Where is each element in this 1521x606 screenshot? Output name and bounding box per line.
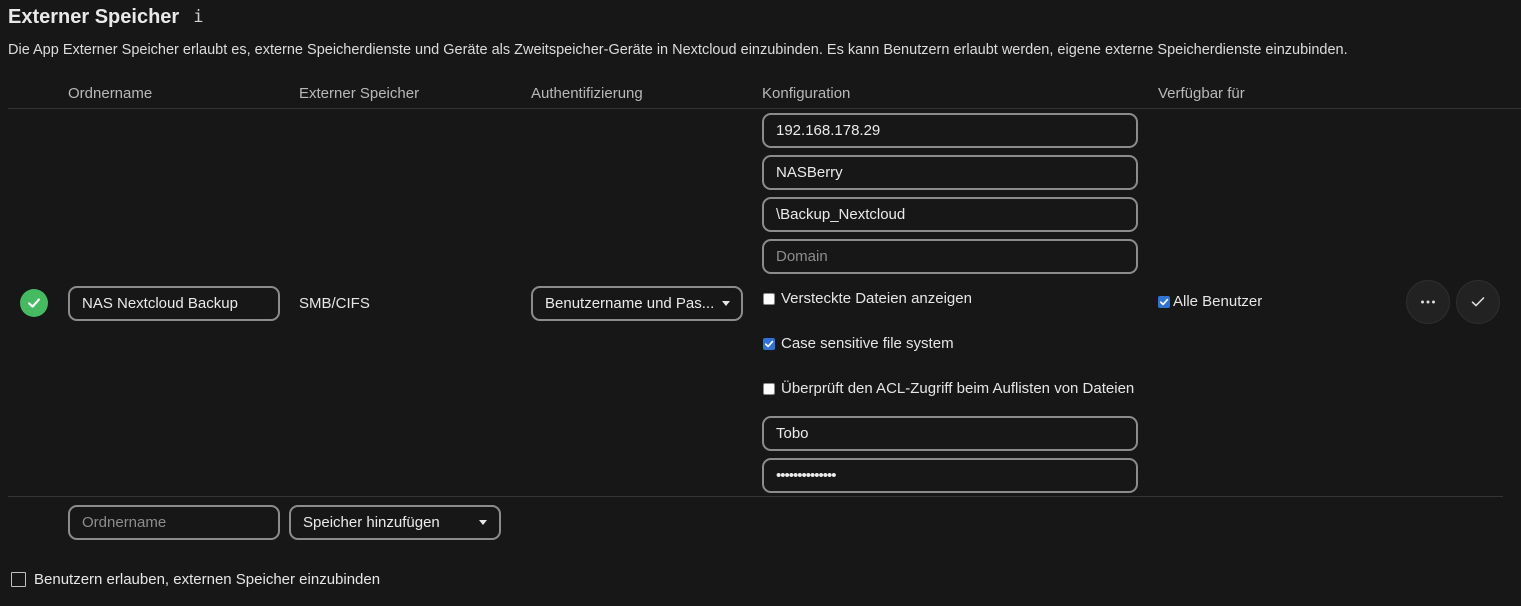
show-hidden-checkbox[interactable] [763, 292, 775, 305]
row-divider [8, 496, 1503, 497]
mount-folder-name-input[interactable]: NAS Nextcloud Backup [68, 286, 280, 321]
remote-subfolder-input[interactable]: \Backup_Nextcloud [762, 197, 1138, 232]
domain-placeholder: Domain [776, 248, 828, 265]
column-header-available-for: Verfügbar für [1158, 85, 1245, 102]
mount-backend-label: SMB/CIFS [299, 295, 370, 312]
chevron-down-icon [479, 520, 487, 525]
column-header-external-storage: Externer Speicher [299, 85, 420, 102]
case-sensitive-label: Case sensitive file system [781, 335, 954, 352]
auth-method-select[interactable]: Benutzername und Pas... [531, 286, 743, 321]
new-folder-name-input[interactable]: Ordnername [68, 505, 280, 540]
check-acl-checkbox[interactable] [763, 382, 775, 395]
more-actions-button[interactable] [1406, 280, 1450, 324]
new-folder-name-placeholder: Ordnername [82, 514, 167, 531]
host-input[interactable]: 192.168.178.29 [762, 113, 1138, 148]
username-input[interactable]: Tobo [762, 416, 1138, 451]
check-acl-label: Überprüft den ACL-Zugriff beim Auflisten… [781, 380, 1135, 397]
host-value: 192.168.178.29 [776, 122, 881, 139]
section-header: Externer Speicher i [8, 4, 203, 30]
add-storage-label: Speicher hinzufügen [303, 514, 440, 531]
more-icon [1421, 300, 1435, 304]
username-value: Tobo [776, 425, 809, 442]
domain-input[interactable]: Domain [762, 239, 1138, 274]
chevron-down-icon [722, 301, 731, 306]
show-hidden-label: Versteckte Dateien anzeigen [781, 290, 972, 307]
column-header-folder-name: Ordnername [68, 85, 153, 102]
allow-user-mounting-checkbox[interactable] [11, 572, 26, 587]
remote-subfolder-value: \Backup_Nextcloud [776, 206, 906, 223]
share-value: NASBerry [776, 164, 843, 181]
check-acl-option[interactable]: Überprüft den ACL-Zugriff beim Auflisten… [763, 380, 1134, 397]
external-storage-settings: Externer Speicher i Die App Externer Spe… [0, 0, 1521, 606]
info-icon[interactable]: i [193, 4, 203, 30]
applicable-all-users-label: Alle Benutzer [1173, 293, 1263, 310]
applicable-all-users-checkbox[interactable] [1158, 295, 1170, 308]
case-sensitive-option[interactable]: Case sensitive file system [763, 335, 954, 352]
password-value: •••••••••••••• [776, 467, 837, 484]
checkmark-icon [1471, 297, 1485, 307]
page-title: Externer Speicher [8, 6, 180, 28]
column-header-configuration: Konfiguration [762, 85, 851, 102]
case-sensitive-checkbox[interactable] [763, 337, 775, 350]
status-ok-icon [20, 289, 48, 317]
section-description: Die App Externer Speicher erlaubt es, ex… [8, 42, 1348, 58]
allow-user-mounting-option[interactable]: Benutzern erlauben, externen Speicher ei… [11, 571, 380, 588]
share-input[interactable]: NASBerry [762, 155, 1138, 190]
add-storage-select[interactable]: Speicher hinzufügen [289, 505, 501, 540]
allow-user-mounting-label: Benutzern erlauben, externen Speicher ei… [34, 571, 381, 588]
auth-method-value: Benutzername und Pas... [545, 295, 715, 312]
mount-folder-name-value: NAS Nextcloud Backup [82, 295, 238, 312]
applicable-option[interactable]: Alle Benutzer [1158, 293, 1262, 310]
header-divider [8, 108, 1521, 109]
password-input[interactable]: •••••••••••••• [762, 458, 1138, 493]
show-hidden-option[interactable]: Versteckte Dateien anzeigen [763, 290, 972, 307]
save-mount-button[interactable] [1456, 280, 1500, 324]
column-header-authentication: Authentifizierung [531, 85, 643, 102]
